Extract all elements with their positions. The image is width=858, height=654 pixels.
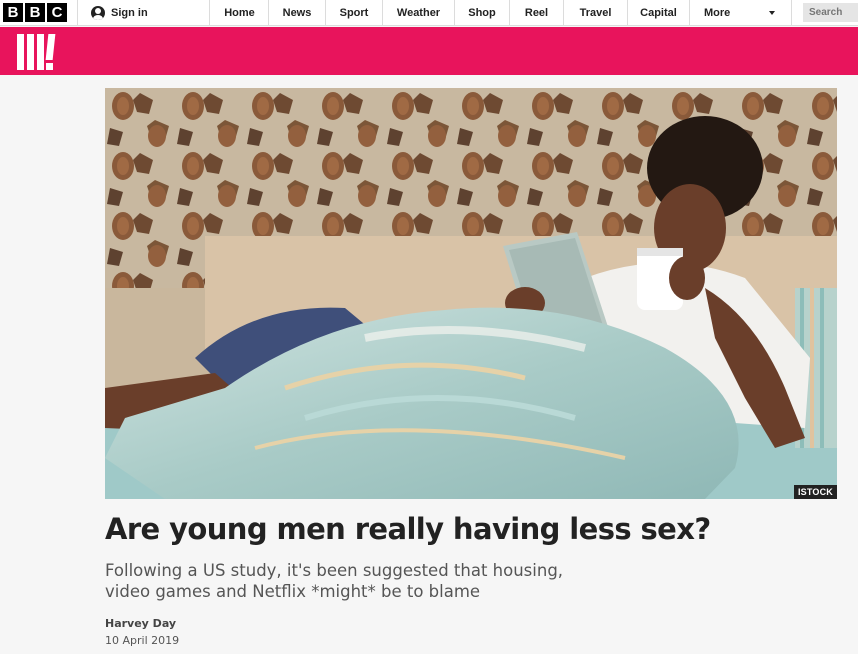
logo-letter: C <box>47 3 67 22</box>
bbc-three-logo[interactable] <box>17 34 56 70</box>
user-icon <box>91 6 105 20</box>
article-author[interactable]: Harvey Day <box>105 617 176 630</box>
logo-letter: B <box>25 3 45 22</box>
nav-item-weather[interactable]: Weather <box>383 0 455 26</box>
nav-item-sport[interactable]: Sport <box>326 0 383 26</box>
sign-in-label: Sign in <box>111 7 148 19</box>
nav-item-reel[interactable]: Reel <box>510 0 564 26</box>
sign-in-link[interactable]: Sign in <box>77 0 210 26</box>
more-label: More <box>704 7 731 19</box>
search-input[interactable] <box>803 3 858 22</box>
chevron-down-icon <box>769 11 775 15</box>
logo-letter: B <box>3 3 23 22</box>
article-headline: Are young men really having less sex? <box>105 512 711 546</box>
nav-item-news[interactable]: News <box>269 0 326 26</box>
bbc-logo[interactable]: B B C <box>3 3 67 22</box>
more-menu-button[interactable]: More <box>689 0 792 26</box>
main-nav: Home News Sport Weather Shop Reel Travel… <box>211 0 690 26</box>
nav-item-shop[interactable]: Shop <box>455 0 510 26</box>
image-credit: ISTOCK <box>793 485 837 499</box>
article-date: 10 April 2019 <box>105 634 180 647</box>
global-navigation: B B C Sign in Home News Sport Weather Sh… <box>0 0 858 26</box>
brand-bar <box>0 27 858 75</box>
hero-image: ISTOCK <box>105 88 837 499</box>
nav-item-travel[interactable]: Travel <box>564 0 628 26</box>
article-standfirst: Following a US study, it's been suggeste… <box>105 561 564 601</box>
nav-item-home[interactable]: Home <box>211 0 269 26</box>
nav-item-capital[interactable]: Capital <box>628 0 690 26</box>
